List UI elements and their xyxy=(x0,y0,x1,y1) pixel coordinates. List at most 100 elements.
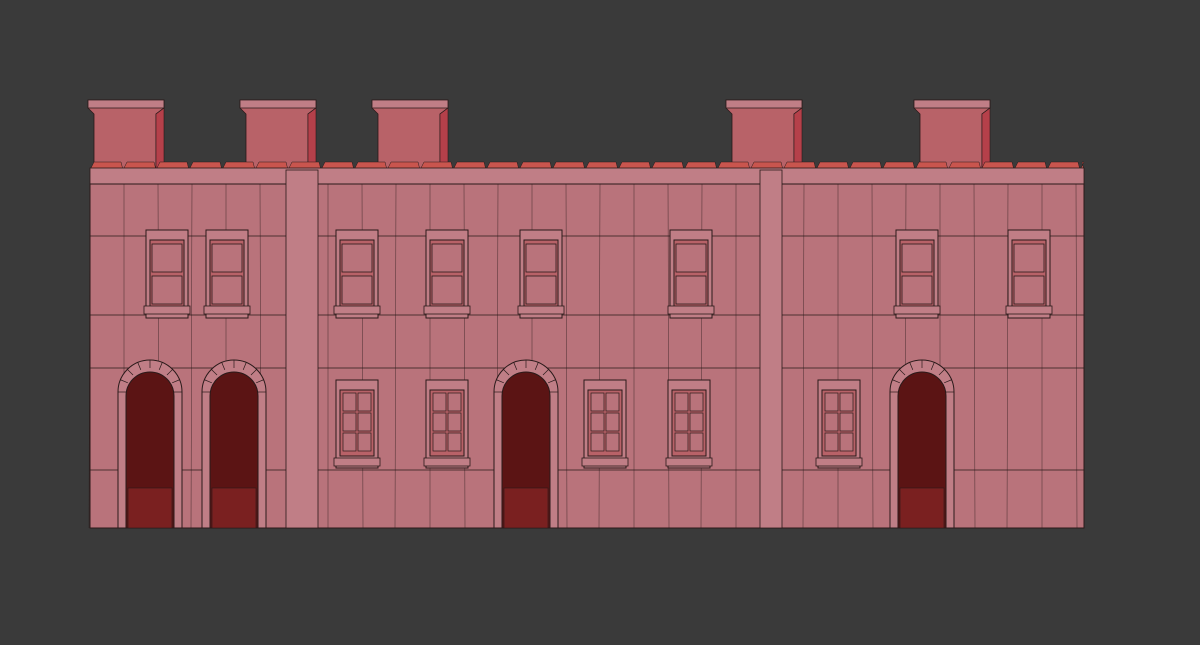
chimney-side xyxy=(793,107,803,171)
window-sill xyxy=(815,457,863,467)
window-sill xyxy=(893,305,941,315)
window-pane xyxy=(342,392,357,412)
pilaster xyxy=(285,169,319,529)
chimney xyxy=(87,99,165,171)
window-sill xyxy=(203,305,251,315)
window-pane xyxy=(839,412,854,432)
chimney-cap xyxy=(913,99,991,109)
arched-doorway xyxy=(201,359,267,529)
window-pane xyxy=(590,412,605,432)
window-pane xyxy=(432,412,447,432)
window-pane xyxy=(674,412,689,432)
window-pane xyxy=(447,392,462,412)
chimney-stack xyxy=(725,99,803,171)
window-pane xyxy=(341,243,373,273)
window-pane xyxy=(605,392,620,412)
window-sill xyxy=(423,305,471,315)
arched-doorway xyxy=(117,359,183,529)
door-panel xyxy=(211,487,257,529)
window-pane xyxy=(211,243,243,273)
door-panel xyxy=(503,487,549,529)
window-sill xyxy=(1005,305,1053,315)
window-pane xyxy=(839,392,854,412)
window-pane xyxy=(151,243,183,273)
upper-window xyxy=(143,229,191,319)
chimney-cap xyxy=(371,99,449,109)
chimney xyxy=(371,99,449,171)
lower-window xyxy=(333,379,381,469)
window-pane xyxy=(447,412,462,432)
pilaster xyxy=(759,169,783,529)
window-pane xyxy=(824,392,839,412)
upper-window xyxy=(423,229,471,319)
lower-window xyxy=(665,379,713,469)
upper-window xyxy=(333,229,381,319)
parapet-band xyxy=(89,167,1085,185)
window-sill xyxy=(423,457,471,467)
window-pane xyxy=(689,412,704,432)
window-pane xyxy=(901,243,933,273)
window-sill xyxy=(667,305,715,315)
chimney-side xyxy=(981,107,991,171)
window-sill xyxy=(333,457,381,467)
window-sill xyxy=(665,457,713,467)
window-pane xyxy=(211,275,243,305)
window-pane xyxy=(605,412,620,432)
window-pane xyxy=(357,432,372,452)
window-pane xyxy=(342,412,357,432)
chimney-cap xyxy=(239,99,317,109)
upper-window xyxy=(517,229,565,319)
chimney-cap xyxy=(725,99,803,109)
chimney xyxy=(725,99,803,171)
window-pane xyxy=(151,275,183,305)
window-pane xyxy=(432,392,447,412)
upper-window xyxy=(203,229,251,319)
window-pane xyxy=(590,392,605,412)
3d-viewport[interactable] xyxy=(0,0,1200,645)
arched-doorway xyxy=(889,359,955,529)
chimney-stack xyxy=(371,99,449,171)
window-pane xyxy=(1013,275,1045,305)
upper-window xyxy=(893,229,941,319)
window-pane xyxy=(674,432,689,452)
window-pane xyxy=(605,432,620,452)
window-pane xyxy=(342,432,357,452)
window-pane xyxy=(447,432,462,452)
window-pane xyxy=(839,432,854,452)
window-pane xyxy=(824,432,839,452)
building-facade-model xyxy=(0,0,1200,645)
lower-window xyxy=(423,379,471,469)
lower-window xyxy=(815,379,863,469)
chimney xyxy=(239,99,317,171)
window-pane xyxy=(824,412,839,432)
window-pane xyxy=(675,243,707,273)
chimney-side xyxy=(155,107,165,171)
upper-window xyxy=(667,229,715,319)
window-pane xyxy=(431,275,463,305)
upper-window xyxy=(1005,229,1053,319)
chimney-stack xyxy=(913,99,991,171)
chimney-cap xyxy=(87,99,165,109)
lower-window xyxy=(581,379,629,469)
window-pane xyxy=(590,432,605,452)
door-panel xyxy=(127,487,173,529)
arched-doorway xyxy=(493,359,559,529)
window-pane xyxy=(357,392,372,412)
door-panel xyxy=(899,487,945,529)
chimney-stack xyxy=(239,99,317,171)
window-pane xyxy=(525,275,557,305)
chimney-stack xyxy=(87,99,165,171)
window-sill xyxy=(333,305,381,315)
window-pane xyxy=(689,392,704,412)
window-sill xyxy=(517,305,565,315)
window-pane xyxy=(674,392,689,412)
window-pane xyxy=(432,432,447,452)
window-pane xyxy=(901,275,933,305)
window-pane xyxy=(1013,243,1045,273)
window-pane xyxy=(341,275,373,305)
window-sill xyxy=(143,305,191,315)
window-sill xyxy=(581,457,629,467)
window-pane xyxy=(525,243,557,273)
chimney xyxy=(913,99,991,171)
window-pane xyxy=(431,243,463,273)
